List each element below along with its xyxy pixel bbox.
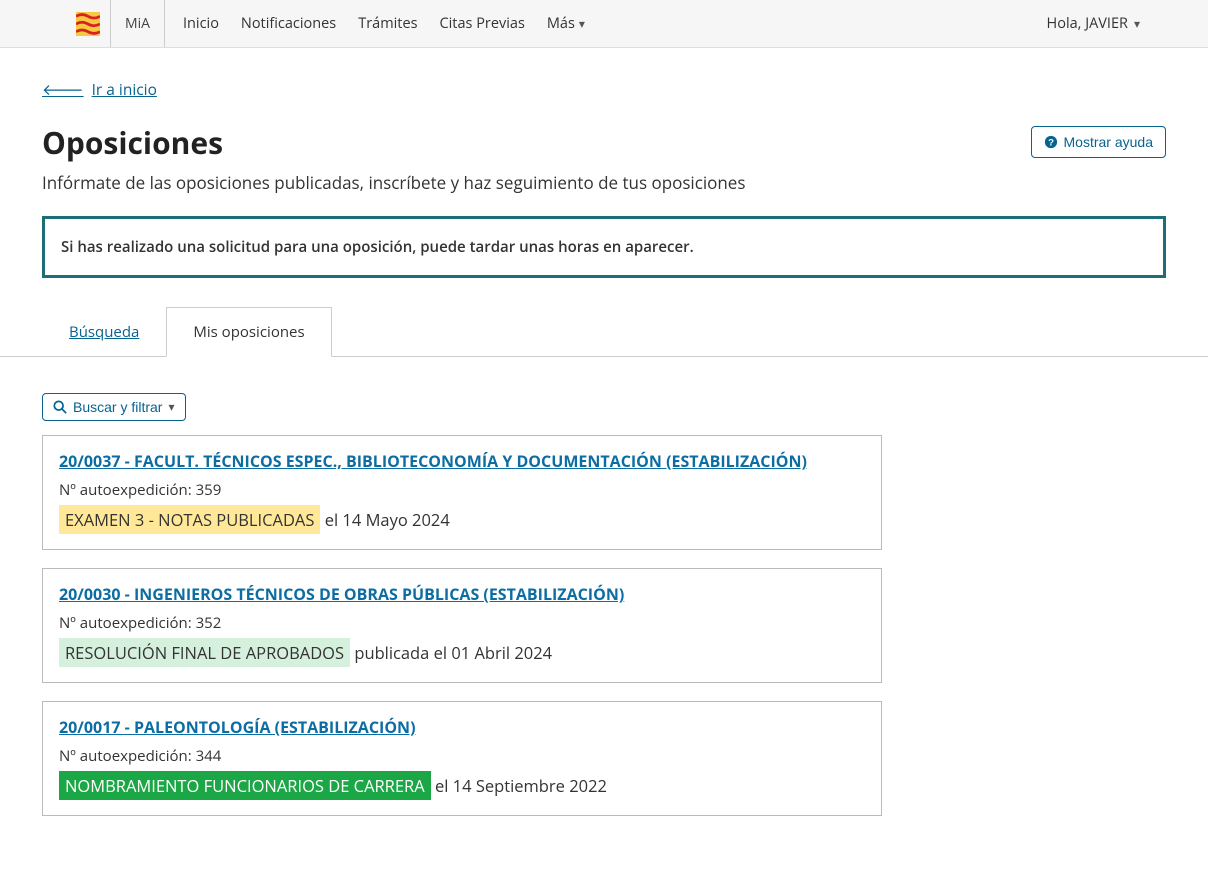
oposicion-card: 20/0037 - FACULT. TÉCNICOS ESPEC., BIBLI… <box>42 435 882 550</box>
tabs: Búsqueda Mis oposiciones <box>42 307 1166 357</box>
tab-busqueda[interactable]: Búsqueda <box>42 307 166 357</box>
oposicion-card: 20/0017 - PALEONTOLOGÍA (ESTABILIZACIÓN)… <box>42 701 882 816</box>
svg-text:?: ? <box>1048 138 1054 149</box>
card-title-link[interactable]: 20/0030 - INGENIEROS TÉCNICOS DE OBRAS P… <box>59 583 624 605</box>
nav-links: Inicio Notificaciones Trámites Citas Pre… <box>165 0 1047 47</box>
card-autoexp: Nº autoexpedición: 359 <box>59 480 865 500</box>
status-date: el 14 Septiembre 2022 <box>431 774 607 797</box>
arrow-left-icon: 🡐 <box>42 78 84 100</box>
back-link-label: Ir a inicio <box>92 78 157 100</box>
search-icon <box>53 400 67 414</box>
caret-down-icon: ▾ <box>1134 18 1140 30</box>
nav-inicio[interactable]: Inicio <box>183 14 219 33</box>
status-date: publicada el 01 Abril 2024 <box>350 641 552 664</box>
card-autoexp: Nº autoexpedición: 344 <box>59 746 865 766</box>
status-date: el 14 Mayo 2024 <box>320 508 449 531</box>
caret-down-icon: ▾ <box>168 401 174 413</box>
nav-citas[interactable]: Citas Previas <box>440 14 525 33</box>
user-menu[interactable]: Hola, JAVIER ▾ <box>1047 0 1140 47</box>
status-badge: NOMBRAMIENTO FUNCIONARIOS DE CARRERA <box>59 771 431 800</box>
filter-button-label: Buscar y filtrar <box>73 399 162 415</box>
info-box: Si has realizado una solicitud para una … <box>42 216 1166 278</box>
caret-down-icon: ▾ <box>579 18 585 30</box>
user-greeting: Hola, JAVIER <box>1047 14 1128 33</box>
nav-mas-label: Más <box>547 14 575 33</box>
logo[interactable] <box>76 0 110 47</box>
card-title-link[interactable]: 20/0017 - PALEONTOLOGÍA (ESTABILIZACIÓN) <box>59 716 415 738</box>
status-badge: EXAMEN 3 - NOTAS PUBLICADAS <box>59 505 320 534</box>
cards-list: 20/0037 - FACULT. TÉCNICOS ESPEC., BIBLI… <box>42 435 882 816</box>
filter-button[interactable]: Buscar y filtrar ▾ <box>42 393 186 421</box>
page-subtitle: Infórmate de las oposiciones publicadas,… <box>42 171 745 194</box>
oposicion-card: 20/0030 - INGENIEROS TÉCNICOS DE OBRAS P… <box>42 568 882 683</box>
brand-label[interactable]: MiA <box>110 0 165 47</box>
card-title-link[interactable]: 20/0037 - FACULT. TÉCNICOS ESPEC., BIBLI… <box>59 450 807 472</box>
card-status-line: RESOLUCIÓN FINAL DE APROBADOS publicada … <box>59 641 865 664</box>
nav-mas[interactable]: Más ▾ <box>547 14 585 33</box>
page-title: Oposiciones <box>42 122 745 163</box>
nav-tramites[interactable]: Trámites <box>358 14 417 33</box>
nav-notificaciones[interactable]: Notificaciones <box>241 14 336 33</box>
help-button-label: Mostrar ayuda <box>1064 134 1153 150</box>
card-autoexp: Nº autoexpedición: 352 <box>59 613 865 633</box>
help-button[interactable]: ? Mostrar ayuda <box>1031 126 1166 158</box>
status-badge: RESOLUCIÓN FINAL DE APROBADOS <box>59 638 350 667</box>
tab-mis-oposiciones[interactable]: Mis oposiciones <box>166 307 331 357</box>
top-nav: MiA Inicio Notificaciones Trámites Citas… <box>0 0 1208 48</box>
help-icon: ? <box>1044 135 1058 149</box>
card-status-line: EXAMEN 3 - NOTAS PUBLICADAS el 14 Mayo 2… <box>59 508 865 531</box>
card-status-line: NOMBRAMIENTO FUNCIONARIOS DE CARRERA el … <box>59 774 865 797</box>
back-link[interactable]: 🡐 Ir a inicio <box>42 78 157 100</box>
